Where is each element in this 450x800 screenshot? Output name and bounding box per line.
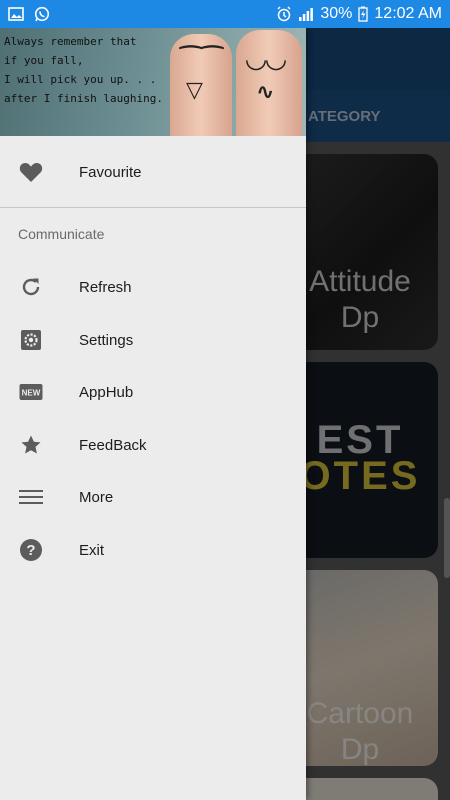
menu-item-label: Refresh (79, 278, 132, 296)
face-doodle: ∿ (256, 80, 275, 105)
star-icon (18, 432, 44, 458)
face-doodle: ▽ (186, 78, 203, 103)
status-time: 12:02 AM (374, 5, 442, 22)
battery-percentage: 30% (320, 5, 353, 22)
menu-item-label: More (79, 488, 114, 506)
menu-item-refresh[interactable]: Refresh (0, 261, 306, 313)
menu-item-feedback[interactable]: FeedBack (0, 419, 306, 471)
menu-item-exit[interactable]: ? Exit (0, 524, 306, 576)
quote-line: I will pick you up. . . (4, 73, 157, 86)
new-badge-icon: NEW (18, 379, 44, 405)
battery-icon (358, 6, 369, 22)
navigation-drawer: ⁀⁀ ▽ ◡◡ ∿ Always remember that if you fa… (0, 28, 306, 800)
quote-line: Always remember that (4, 35, 137, 48)
alarm-icon (277, 6, 291, 22)
menu-item-label: Favourite (79, 163, 142, 181)
heart-icon (18, 159, 44, 185)
quote-line: if you fall, (4, 54, 84, 67)
menu-item-label: AppHub (79, 383, 134, 401)
refresh-icon (18, 274, 44, 300)
svg-text:?: ? (26, 542, 35, 559)
header-quote: Always remember that if you fall, I will… (4, 32, 174, 108)
divider (0, 207, 306, 208)
settings-icon (18, 327, 44, 353)
menu-item-apphub[interactable]: NEW AppHub (0, 366, 306, 418)
face-doodle: ◡◡ (246, 44, 286, 74)
menu-item-label: FeedBack (79, 436, 147, 454)
help-icon: ? (18, 537, 44, 563)
menu-item-more[interactable]: More (0, 471, 306, 523)
signal-icon (299, 8, 314, 21)
whatsapp-icon (34, 6, 50, 22)
status-bar: 30% 12:02 AM (0, 0, 450, 28)
drawer-header-image: ⁀⁀ ▽ ◡◡ ∿ Always remember that if you fa… (0, 28, 306, 136)
menu-item-favourite[interactable]: Favourite (0, 146, 306, 198)
menu-item-label: Exit (79, 541, 105, 559)
menu-item-settings[interactable]: Settings (0, 314, 306, 366)
image-icon (8, 7, 24, 21)
quote-line: after I finish laughing. (4, 92, 163, 105)
menu-item-label: Settings (79, 331, 134, 349)
menu-lines-icon (18, 484, 44, 510)
face-doodle: ⁀⁀ (180, 46, 224, 76)
section-header: Communicate (18, 226, 105, 242)
svg-text:NEW: NEW (22, 389, 41, 398)
